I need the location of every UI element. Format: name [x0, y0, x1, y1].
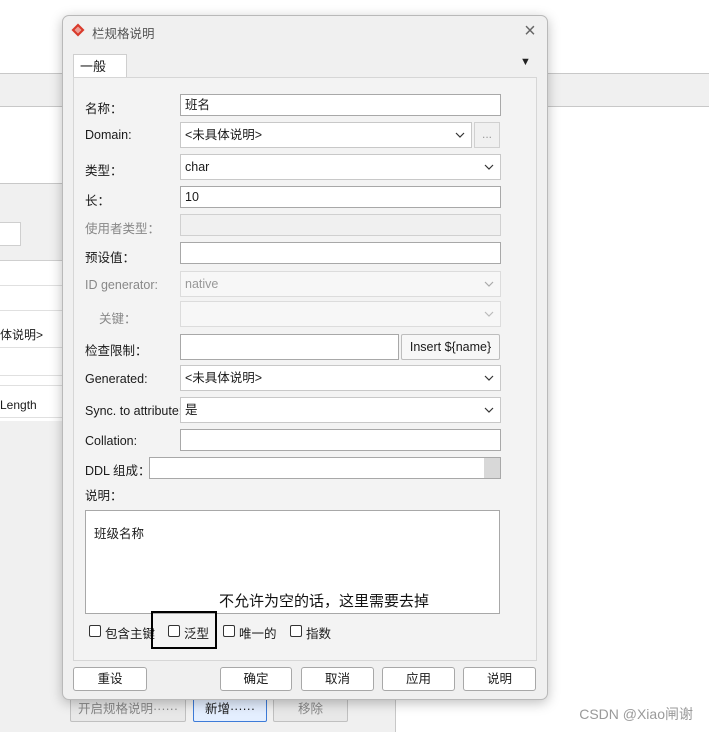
- generated-select-value: <未具体说明>: [185, 371, 263, 385]
- dialog-titlebar[interactable]: 栏规格说明 ×: [63, 16, 547, 46]
- chevron-down-icon: [484, 164, 494, 170]
- tab-general[interactable]: 一般: [73, 54, 127, 77]
- annotation-text: 不允许为空的话，这里需要去掉: [219, 593, 430, 610]
- chevron-down-icon: [455, 132, 465, 138]
- type-select-value: char: [185, 160, 210, 174]
- help-button[interactable]: 说明: [463, 667, 536, 691]
- chevron-down-icon: [484, 311, 494, 317]
- chevron-down-icon: [484, 281, 494, 287]
- chevron-down-icon: [484, 407, 494, 413]
- collation-label: Collation:: [85, 434, 138, 448]
- type-label: 类型：: [85, 164, 123, 178]
- background-list: 体说明> Length: [0, 260, 62, 421]
- background-tab[interactable]: [0, 222, 21, 246]
- name-input[interactable]: 班名: [180, 94, 501, 116]
- domain-select-value: <未具体说明>: [185, 128, 263, 142]
- ok-button[interactable]: 确定: [220, 667, 292, 691]
- check-constraint-label: 检查限制：: [85, 344, 148, 358]
- user-type-label: 使用者类型：: [85, 222, 161, 236]
- length-label: 长：: [85, 194, 111, 208]
- generated-label: Generated:: [85, 372, 148, 386]
- length-input[interactable]: 10: [180, 186, 501, 208]
- index-checkbox[interactable]: [290, 625, 302, 637]
- sync-to-attribute-select[interactable]: 是: [180, 397, 501, 423]
- key-label: 关键：: [99, 312, 137, 326]
- key-select: [180, 301, 501, 327]
- list-item[interactable]: [0, 261, 62, 286]
- ddl-composition-label: DDL 组成：: [85, 464, 151, 478]
- chevron-down-icon: [484, 375, 494, 381]
- ddl-composition-field[interactable]: [149, 457, 501, 479]
- description-label: 说明：: [85, 489, 123, 503]
- id-generator-value: native: [185, 277, 219, 291]
- collation-input[interactable]: [180, 429, 501, 451]
- reset-button[interactable]: 重设: [73, 667, 147, 691]
- default-value-label: 预设值：: [85, 251, 136, 265]
- close-icon[interactable]: ×: [519, 21, 541, 43]
- index-label: 指数: [306, 627, 332, 641]
- unique-checkbox[interactable]: [223, 625, 235, 637]
- domain-select[interactable]: <未具体说明>: [180, 122, 472, 148]
- generated-select[interactable]: <未具体说明>: [180, 365, 501, 391]
- insert-name-button[interactable]: Insert ${name}: [401, 334, 500, 360]
- watermark: CSDN @Xiao闸谢: [579, 706, 693, 722]
- cancel-button[interactable]: 取消: [301, 667, 374, 691]
- domain-label: Domain:: [85, 128, 132, 142]
- list-item[interactable]: [0, 375, 62, 386]
- include-primary-key-checkbox[interactable]: [89, 625, 101, 637]
- dialog-title: 栏规格说明: [92, 27, 155, 41]
- highlight-box: [151, 611, 217, 649]
- unique-label: 唯一的: [239, 627, 277, 641]
- sync-select-value: 是: [185, 403, 198, 417]
- list-item[interactable]: 体说明>: [0, 323, 62, 348]
- check-constraint-input[interactable]: [180, 334, 399, 360]
- list-item[interactable]: [0, 351, 62, 376]
- id-generator-label: ID generator:: [85, 278, 158, 292]
- column-spec-dialog: 栏规格说明 × 一般 ▼ 名称： 班名 Domain: <未具体说明> ... …: [62, 15, 548, 700]
- ddl-scrollbar[interactable]: [484, 458, 500, 478]
- list-item[interactable]: [0, 286, 62, 311]
- id-generator-select: native: [180, 271, 501, 297]
- list-item[interactable]: Length: [0, 393, 62, 418]
- sync-to-attribute-label: Sync. to attribute:: [85, 404, 183, 418]
- name-label: 名称：: [85, 102, 123, 116]
- domain-browse-button[interactable]: ...: [474, 122, 500, 148]
- type-select[interactable]: char: [180, 154, 501, 180]
- default-value-input[interactable]: [180, 242, 501, 264]
- app-logo-icon: [71, 23, 85, 37]
- tab-menu-arrow-icon[interactable]: ▼: [520, 56, 531, 68]
- apply-button[interactable]: 应用: [382, 667, 455, 691]
- user-type-input: [180, 214, 501, 236]
- include-primary-key-label: 包含主键: [105, 627, 156, 641]
